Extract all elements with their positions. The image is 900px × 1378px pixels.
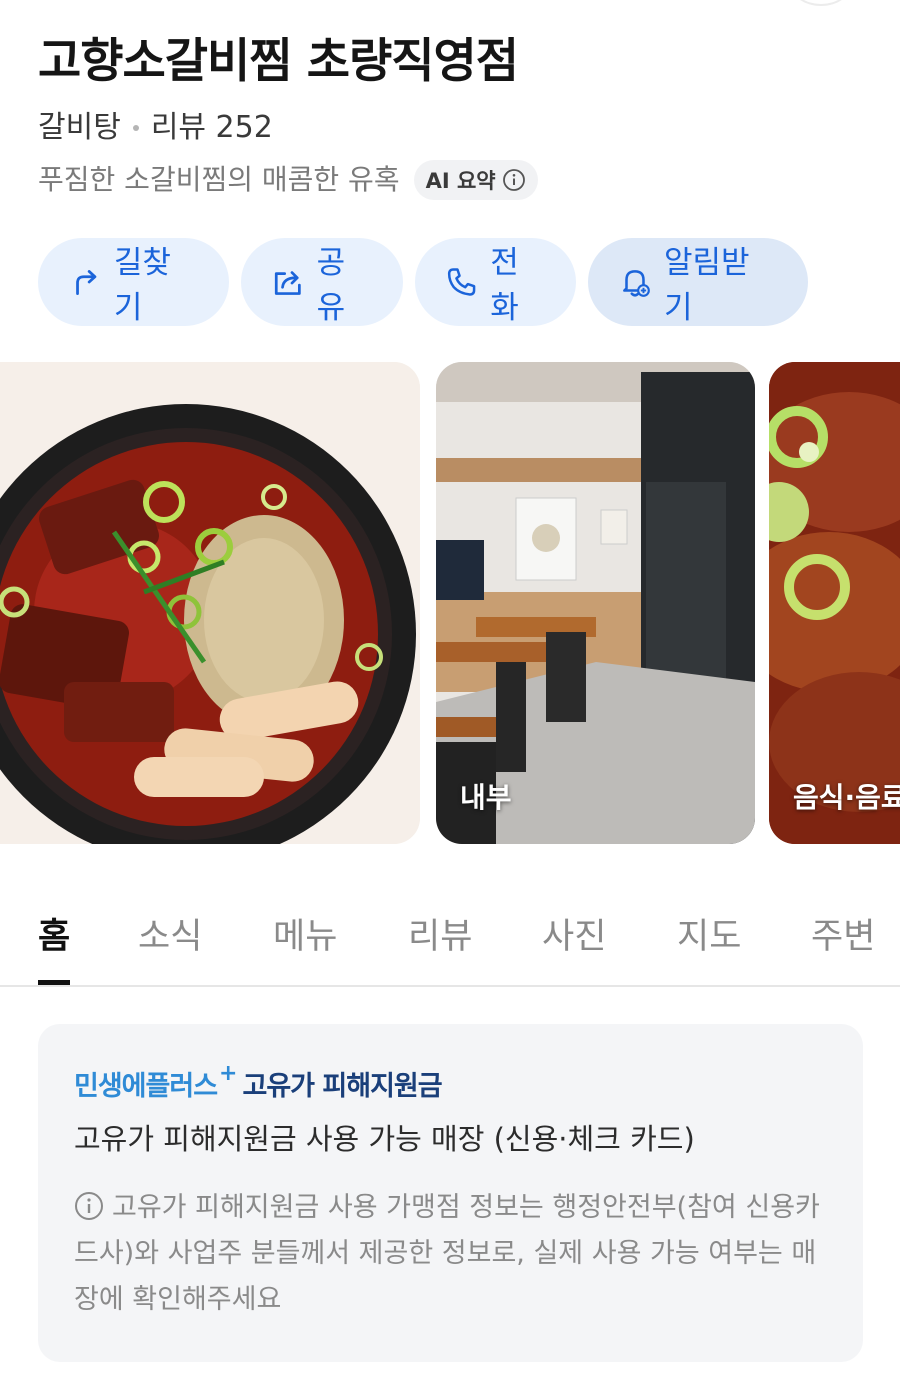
bell-icon xyxy=(623,270,650,297)
brand-secondary: 고유가 피해지원금 xyxy=(242,1071,442,1102)
tab-menu[interactable]: 메뉴 xyxy=(273,908,337,959)
brand-primary: 민생에플러스 xyxy=(74,1071,218,1102)
notice-info: 고유가 피해지원금 사용 가맹점 정보는 행정안전부(참여 신용카드사)와 사업… xyxy=(74,1185,827,1323)
food-drink-photo-image xyxy=(769,362,900,844)
phone-icon xyxy=(447,268,476,296)
place-title: 고향소갈비찜 초량직영점 xyxy=(38,34,519,89)
call-button[interactable]: 전화 xyxy=(415,238,576,326)
call-label: 전화 xyxy=(490,245,519,326)
place-meta: 갈비탕 리뷰 252 xyxy=(38,108,878,148)
info-icon xyxy=(502,169,525,191)
notice-info-text: 고유가 피해지원금 사용 가맹점 정보는 행정안전부(참여 신용카드사)와 사업… xyxy=(74,1192,820,1315)
ai-summary-text: 푸짐한 소갈비찜의 매콤한 유혹 xyxy=(38,163,400,196)
tab-photos[interactable]: 사진 xyxy=(542,908,606,959)
photo-caption-food: 음식·음료 xyxy=(793,781,900,814)
photo-food-drink[interactable]: 음식·음료 xyxy=(769,362,900,844)
photo-food-main[interactable] xyxy=(0,362,420,844)
ai-summary-badge[interactable]: AI 요약 xyxy=(413,160,538,200)
notify-button[interactable]: 알림받기 xyxy=(588,238,808,326)
food-photo-image xyxy=(0,362,420,844)
info-icon xyxy=(75,1192,103,1220)
review-count-link[interactable]: 리뷰 252 xyxy=(151,108,273,148)
action-buttons: 길찾기 공유 전화 알림받기 xyxy=(38,238,808,326)
tab-map[interactable]: 지도 xyxy=(677,908,741,959)
ai-summary-badge-label: AI 요약 xyxy=(425,169,496,193)
directions-button[interactable]: 길찾기 xyxy=(38,238,229,326)
ai-summary-row: 푸짐한 소갈비찜의 매콤한 유혹 AI 요약 xyxy=(38,160,878,200)
notice-brand: 민생에플러스 + 고유가 피해지원금 xyxy=(74,1061,827,1103)
interior-photo-image xyxy=(436,362,755,844)
notice-main-text: 고유가 피해지원금 사용 가능 매장 (신용·체크 카드) xyxy=(74,1122,695,1156)
place-category: 갈비탕 xyxy=(38,110,121,145)
notify-label: 알림받기 xyxy=(663,245,750,326)
separator-dot xyxy=(132,125,139,131)
photo-caption-interior: 내부 xyxy=(460,781,512,814)
tab-bar: 홈 소식 메뉴 리뷰 사진 지도 주변 xyxy=(0,890,900,987)
brand-plus-icon: + xyxy=(219,1061,237,1086)
tab-reviews[interactable]: 리뷰 xyxy=(408,908,472,959)
photo-interior[interactable]: 내부 xyxy=(436,362,755,844)
photo-carousel[interactable]: 내부 음식·음료 xyxy=(0,362,900,844)
tab-home[interactable]: 홈 xyxy=(38,908,70,959)
top-handle xyxy=(790,0,852,6)
directions-label: 길찾기 xyxy=(113,245,171,326)
tab-nearby[interactable]: 주변 xyxy=(811,908,875,959)
relief-fund-notice: 민생에플러스 + 고유가 피해지원금 고유가 피해지원금 사용 가능 매장 (신… xyxy=(38,1024,863,1362)
directions-icon xyxy=(76,270,97,296)
share-icon xyxy=(274,271,301,295)
share-label: 공유 xyxy=(316,245,346,326)
place-header: 고향소갈비찜 초량직영점 갈비탕 리뷰 252 푸짐한 소갈비찜의 매콤한 유혹… xyxy=(38,30,878,200)
share-button[interactable]: 공유 xyxy=(241,238,403,326)
active-tab-indicator xyxy=(38,980,70,985)
tab-news[interactable]: 소식 xyxy=(138,908,202,959)
